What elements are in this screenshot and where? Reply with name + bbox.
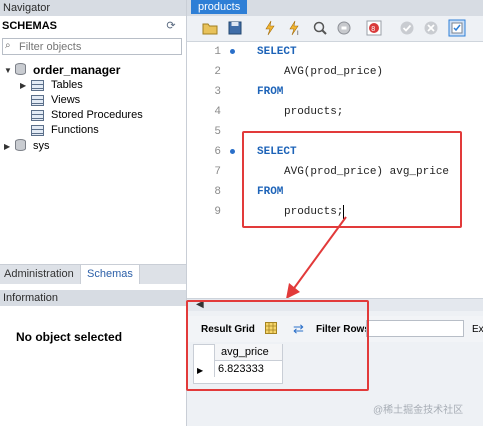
statement-marker-icon <box>230 149 235 154</box>
line-number: 4 <box>214 106 221 118</box>
filter-rows-input[interactable] <box>366 320 464 337</box>
red-arrow-icon <box>286 216 347 299</box>
tree-item-functions[interactable]: Functions <box>51 123 99 138</box>
statement-marker-icon <box>230 49 235 54</box>
code-line-2: AVG(prod_price) <box>284 66 384 78</box>
schema-sys[interactable]: sys <box>33 139 50 154</box>
line-number: 1 <box>214 46 221 58</box>
schema-order-manager[interactable]: order_manager <box>33 63 120 78</box>
refresh-icon[interactable]: ⟳ <box>164 19 178 33</box>
open-file-icon[interactable] <box>201 19 219 37</box>
tab-schemas[interactable]: Schemas <box>80 265 140 284</box>
navigator-tabs: Administration Schemas <box>0 264 186 284</box>
stored-procedures-icon <box>31 110 44 121</box>
collapse-caret-icon[interactable]: ▶ <box>20 82 28 90</box>
stop-icon[interactable] <box>335 19 353 37</box>
no-object-text: No object selected <box>16 330 123 344</box>
line-number: 7 <box>214 166 221 178</box>
expand-caret-icon[interactable]: ▼ <box>4 67 12 75</box>
export-label[interactable]: Ex <box>472 324 483 335</box>
line-number: 8 <box>214 186 221 198</box>
tab-products[interactable]: products <box>191 0 248 14</box>
expand-sys-caret-icon[interactable]: ▶ <box>4 143 12 151</box>
save-icon[interactable] <box>226 19 244 37</box>
database-icon <box>15 63 26 75</box>
line-number: 5 <box>214 126 221 138</box>
code-line-3: FROM <box>257 86 284 98</box>
tree-item-stored-procedures[interactable]: Stored Procedures <box>51 108 143 123</box>
line-number: 2 <box>214 66 221 78</box>
execute-current-icon[interactable]: I <box>286 19 304 37</box>
tables-icon <box>31 80 44 91</box>
tree-item-views[interactable]: Views <box>51 93 80 108</box>
schemas-header: SCHEMAS <box>2 20 58 32</box>
rollback-icon[interactable] <box>422 19 440 37</box>
database-icon <box>15 139 26 151</box>
information-title: Information <box>0 290 186 306</box>
highlight-box-query <box>242 131 462 228</box>
tree-item-tables[interactable]: Tables <box>51 78 83 93</box>
search-icon: ⌕ <box>5 40 11 51</box>
commit-icon[interactable] <box>398 19 416 37</box>
line-number: 6 <box>214 146 221 158</box>
toggle-stop-on-error-icon[interactable]: 8 <box>365 19 383 37</box>
line-number: 9 <box>214 206 221 218</box>
autocommit-icon[interactable] <box>448 19 466 37</box>
functions-icon <box>31 125 44 136</box>
execute-icon[interactable] <box>261 19 279 37</box>
tab-administration[interactable]: Administration <box>0 265 78 284</box>
highlight-box-result <box>186 300 369 391</box>
line-number: 3 <box>214 86 221 98</box>
filter-objects-input[interactable] <box>2 38 182 55</box>
watermark: @稀土掘金技术社区 <box>373 405 464 416</box>
navigator-title: Navigator <box>0 0 186 16</box>
code-line-1: SELECT <box>257 46 297 58</box>
svg-text:8: 8 <box>371 26 375 33</box>
explain-icon[interactable] <box>311 19 329 37</box>
views-icon <box>31 95 44 106</box>
code-line-4: products; <box>284 106 344 118</box>
svg-text:I: I <box>297 31 299 37</box>
